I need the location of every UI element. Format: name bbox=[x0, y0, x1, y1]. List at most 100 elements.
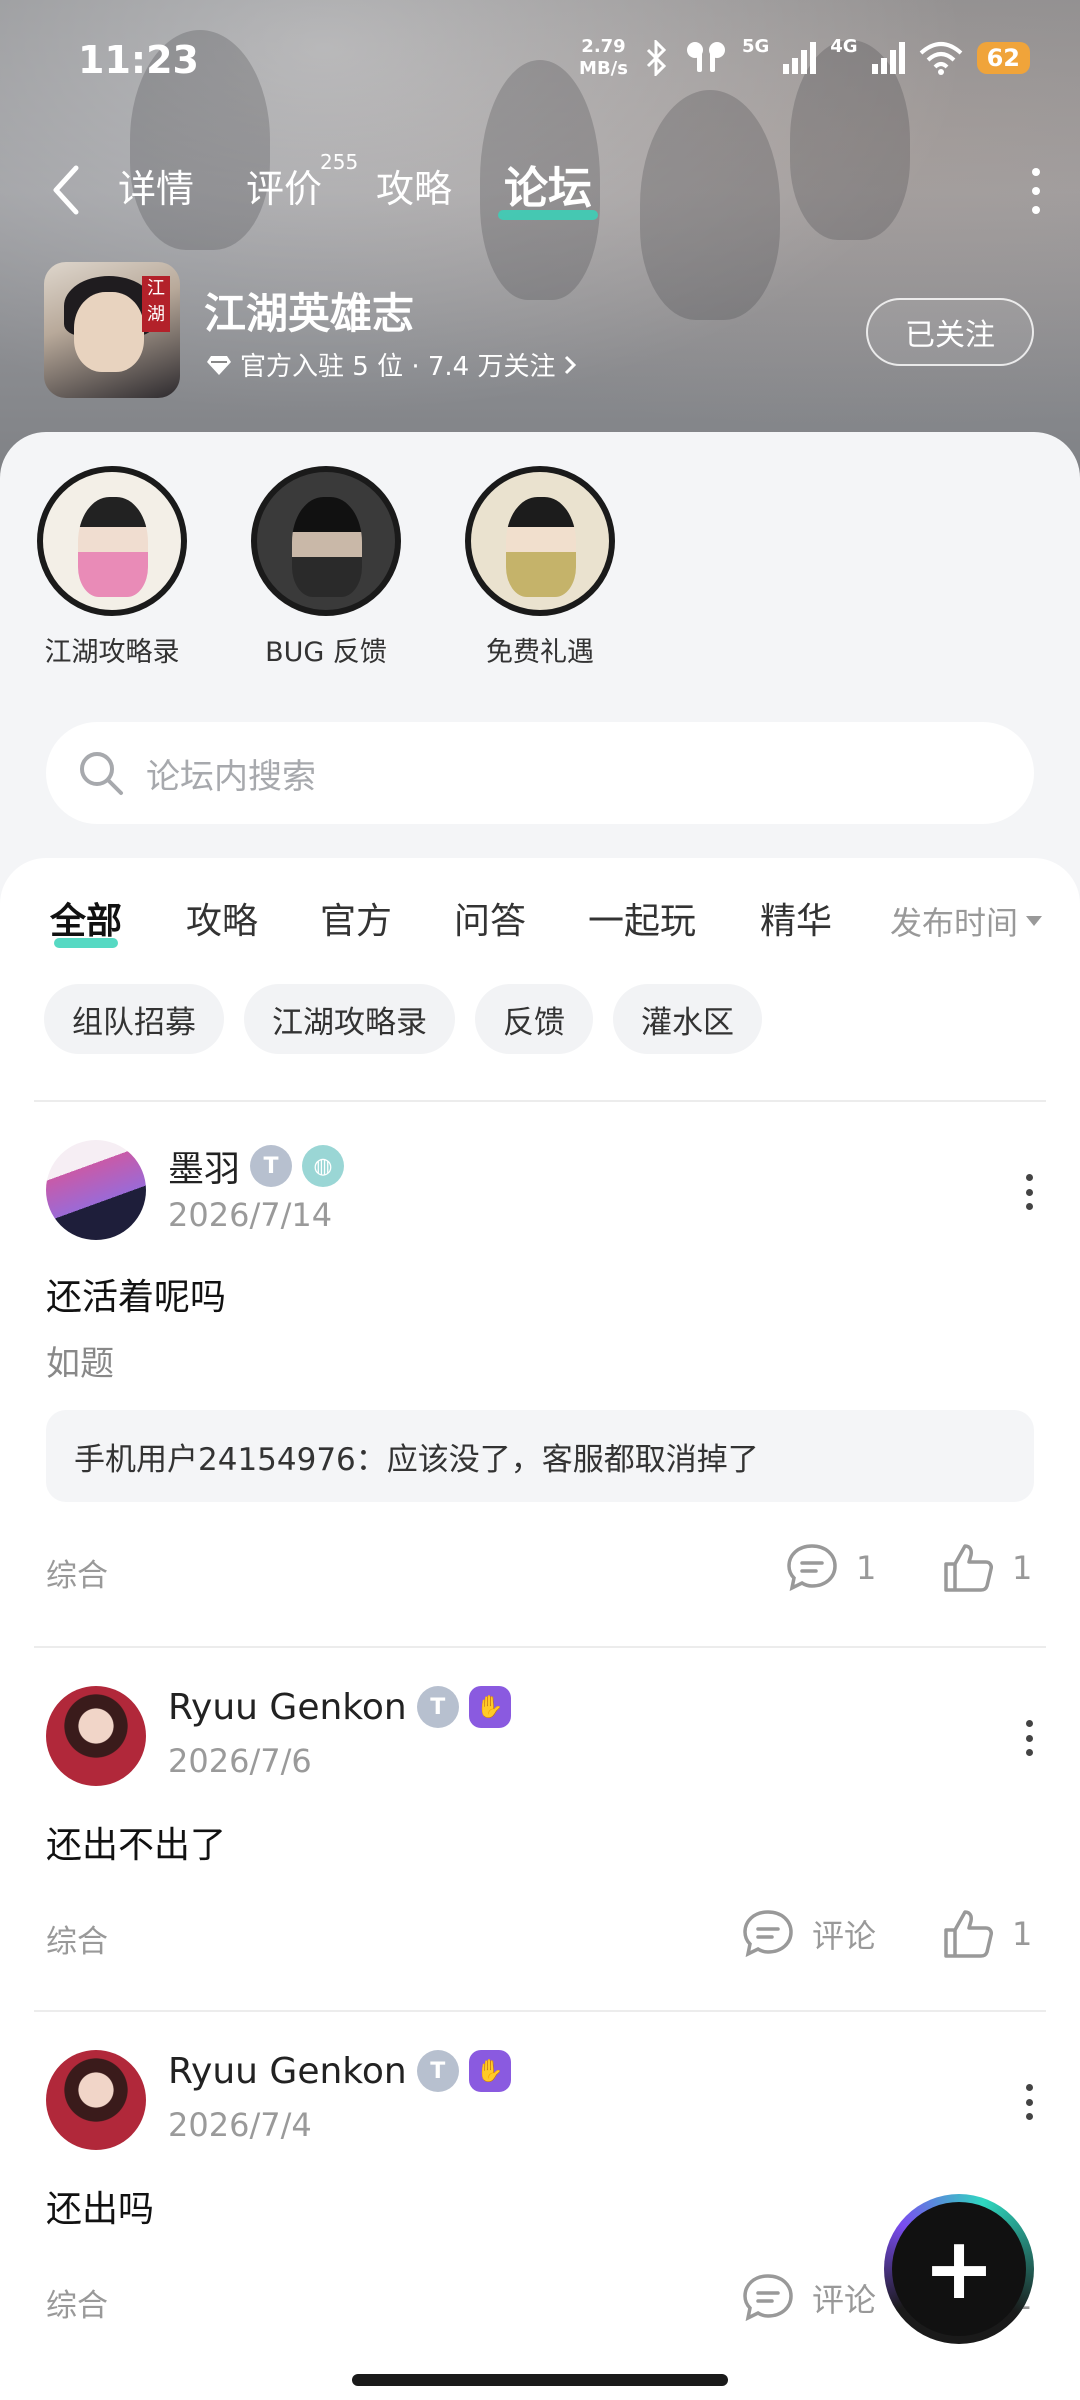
post-date: 2026/7/14 bbox=[168, 1196, 333, 1234]
like-count: 1 bbox=[1012, 1915, 1033, 1953]
section-label: 免费礼遇 bbox=[486, 637, 594, 668]
wifi-icon bbox=[919, 42, 962, 75]
top-nav: 详情 评价 255 攻略 论坛 bbox=[0, 150, 1080, 230]
comment-icon bbox=[743, 1910, 793, 1958]
tab-reviews[interactable]: 评价 bbox=[246, 158, 322, 213]
category-tab-featured[interactable]: 精华 bbox=[760, 892, 832, 944]
like-count: 1 bbox=[1012, 1549, 1033, 1587]
category-tabs: 全部 攻略 官方 问答 一起玩 精华 发布时间 bbox=[0, 884, 1080, 954]
category-tab-official[interactable]: 官方 bbox=[320, 892, 392, 944]
avatar[interactable] bbox=[46, 1686, 146, 1786]
avatar[interactable] bbox=[46, 1140, 146, 1240]
category-tab-qa[interactable]: 问答 bbox=[454, 892, 526, 944]
post-tag: 综合 bbox=[46, 1924, 108, 1960]
search-placeholder: 论坛内搜索 bbox=[146, 756, 316, 797]
signal-4g-icon bbox=[871, 42, 905, 74]
post-date: 2026/7/6 bbox=[168, 1742, 312, 1780]
level-badge-icon: T bbox=[416, 2050, 459, 2092]
comment-button[interactable]: 评论 bbox=[740, 2270, 876, 2326]
comment-icon bbox=[743, 2274, 793, 2322]
comment-count: 1 bbox=[856, 1549, 877, 1587]
post-title: 还活着呢吗 bbox=[46, 1277, 227, 1318]
post-author[interactable]: Ryuu Genkon T ✋ bbox=[168, 2050, 511, 2092]
topic-chips: 组队招募 江湖攻略录 反馈 灌水区 bbox=[44, 984, 762, 1054]
more-options-icon[interactable] bbox=[1030, 168, 1042, 214]
section-avatar-3 bbox=[465, 466, 615, 616]
tab-guides[interactable]: 攻略 bbox=[376, 158, 452, 213]
thumbs-up-icon bbox=[944, 1910, 993, 1958]
level-badge-icon: T bbox=[416, 1686, 459, 1728]
game-icon[interactable]: 江湖 bbox=[44, 262, 180, 398]
signal-5g-label: 5G bbox=[741, 36, 770, 57]
post-list-panel bbox=[0, 858, 1080, 2400]
comment-button[interactable]: 1 bbox=[784, 1540, 876, 1596]
review-count: 255 bbox=[320, 150, 359, 174]
avatar[interactable] bbox=[46, 2050, 146, 2150]
chip-team-recruit[interactable]: 组队招募 bbox=[44, 984, 224, 1054]
home-indicator[interactable] bbox=[352, 2374, 728, 2386]
game-meta[interactable]: 官方入驻 5 位 · 7.4 万关注 bbox=[206, 346, 577, 383]
thumbs-up-icon bbox=[944, 1544, 993, 1592]
globe-badge-icon: ◍ bbox=[302, 1145, 345, 1187]
author-name: Ryuu Genkon bbox=[168, 1686, 407, 1728]
post-author[interactable]: Ryuu Genkon T ✋ bbox=[168, 1686, 511, 1728]
diamond-icon bbox=[207, 355, 231, 375]
signal-5g-icon bbox=[783, 42, 817, 74]
post-author[interactable]: 墨羽 T ◍ bbox=[168, 1140, 345, 1192]
author-name: 墨羽 bbox=[168, 1149, 241, 1190]
section-guides[interactable]: 江湖攻略录 bbox=[12, 466, 212, 669]
follow-button[interactable]: 已关注 bbox=[866, 298, 1034, 366]
divider bbox=[34, 2010, 1046, 2012]
game-seal: 江湖 bbox=[142, 276, 170, 332]
category-tab-guides[interactable]: 攻略 bbox=[186, 892, 258, 944]
tab-forum[interactable]: 论坛 bbox=[498, 152, 598, 220]
divider bbox=[34, 1646, 1046, 1648]
top-reply[interactable]: 手机用户24154976：应该没了，客服都取消掉了 bbox=[46, 1410, 1034, 1502]
forum-sections: 江湖攻略录 BUG 反馈 免费礼遇 bbox=[0, 466, 1080, 686]
signal-4g-label: 4G bbox=[830, 36, 858, 57]
comment-icon bbox=[787, 1544, 837, 1592]
section-label: 江湖攻略录 bbox=[44, 637, 180, 668]
comment-label: 评论 bbox=[812, 2281, 877, 2319]
section-avatar-2 bbox=[251, 466, 401, 616]
chip-guides[interactable]: 江湖攻略录 bbox=[244, 984, 455, 1054]
status-time: 11:23 bbox=[78, 38, 199, 82]
comment-button[interactable]: 评论 bbox=[740, 1906, 876, 1962]
caret-down-icon bbox=[1026, 916, 1042, 926]
earbuds-icon bbox=[686, 42, 725, 72]
divider bbox=[34, 1100, 1046, 1102]
thumbs-badge-icon: ✋ bbox=[468, 1686, 511, 1728]
post-more-icon[interactable] bbox=[1024, 1720, 1034, 1756]
post-tag: 综合 bbox=[46, 2288, 108, 2324]
status-bar: 11:23 2.79 MB/s 5G 4G 62 bbox=[0, 0, 1080, 120]
author-name: Ryuu Genkon bbox=[168, 2050, 407, 2092]
post-more-icon[interactable] bbox=[1024, 2084, 1034, 2120]
post-date: 2026/7/4 bbox=[168, 2106, 312, 2144]
category-tab-all[interactable]: 全部 bbox=[50, 892, 122, 948]
back-arrow-icon[interactable] bbox=[48, 162, 84, 218]
chevron-right-icon bbox=[565, 355, 577, 374]
post-more-icon[interactable] bbox=[1024, 1174, 1034, 1210]
comment-label: 评论 bbox=[812, 1917, 877, 1955]
battery-indicator: 62 bbox=[976, 42, 1030, 74]
section-bug-report[interactable]: BUG 反馈 bbox=[226, 466, 426, 669]
network-speed-unit: MB/s bbox=[579, 58, 628, 79]
new-post-fab[interactable]: + bbox=[884, 2194, 1034, 2344]
tab-details[interactable]: 详情 bbox=[118, 158, 194, 213]
bluetooth-icon bbox=[646, 40, 667, 76]
category-tab-play-together[interactable]: 一起玩 bbox=[588, 892, 696, 944]
search-icon bbox=[80, 752, 123, 795]
post-body: 如题 bbox=[46, 1344, 114, 1384]
like-button[interactable]: 1 bbox=[940, 1906, 1032, 1962]
post-tag: 综合 bbox=[46, 1558, 108, 1594]
plus-icon: + bbox=[922, 2219, 996, 2319]
chip-chat[interactable]: 灌水区 bbox=[613, 984, 762, 1054]
section-free-gifts[interactable]: 免费礼遇 bbox=[440, 466, 640, 669]
sort-dropdown[interactable]: 发布时间 bbox=[890, 898, 1042, 944]
chip-feedback[interactable]: 反馈 bbox=[475, 984, 593, 1054]
forum-search-bar[interactable]: 论坛内搜索 bbox=[46, 722, 1034, 824]
post-title: 还出吗 bbox=[46, 2189, 155, 2230]
game-title: 江湖英雄志 bbox=[204, 289, 415, 338]
section-avatar-1 bbox=[37, 466, 187, 616]
like-button[interactable]: 1 bbox=[940, 1540, 1032, 1596]
